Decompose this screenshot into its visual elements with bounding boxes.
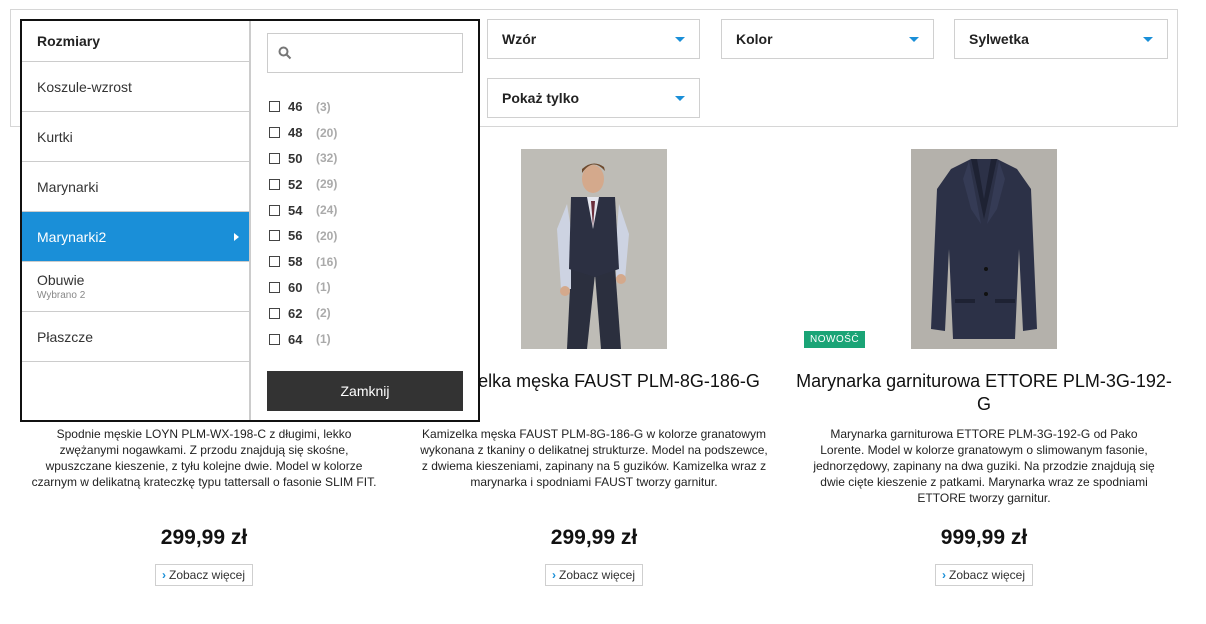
category-item-marynarki2[interactable]: Marynarki2 xyxy=(22,212,249,262)
size-value: 48 xyxy=(288,125,303,141)
category-label: Obuwie xyxy=(37,272,85,288)
category-item-obuwie[interactable]: Obuwie Wybrano 2 xyxy=(22,262,249,312)
size-value: 62 xyxy=(288,305,303,321)
checkbox[interactable] xyxy=(269,152,280,164)
chevron-down-icon xyxy=(1143,36,1153,42)
category-label: Marynarki2 xyxy=(37,228,107,245)
chevron-right-icon: › xyxy=(551,568,556,582)
product-title[interactable]: Marynarka garniturowa ETTORE PLM-3G-192-… xyxy=(794,370,1174,416)
size-option-50[interactable]: 50 (32) xyxy=(269,146,337,172)
new-badge: NOWOŚĆ xyxy=(804,331,866,348)
product-price: 299,99 zł xyxy=(160,526,248,549)
checkbox[interactable] xyxy=(269,178,280,190)
category-list: Rozmiary Koszule-wzrost Kurtki Marynarki… xyxy=(22,21,251,420)
size-count: (20) xyxy=(316,125,338,140)
size-option-56[interactable]: 56 (20) xyxy=(269,223,337,249)
size-value: 46 xyxy=(288,99,303,115)
category-label: Płaszcze xyxy=(37,328,94,345)
size-filter-dropdown: Rozmiary Koszule-wzrost Kurtki Marynarki… xyxy=(20,19,480,422)
category-label: Kurtki xyxy=(37,128,73,145)
category-label: Marynarki xyxy=(37,178,99,195)
size-option-54[interactable]: 54 (24) xyxy=(269,197,337,223)
category-item-plaszcze[interactable]: Płaszcze xyxy=(22,312,249,362)
product-description: Kamizelka męska FAUST PLM-8G-186-G w kol… xyxy=(420,427,768,489)
category-label: Koszule-wzrost xyxy=(37,78,132,95)
product-description: Marynarka garniturowa ETTORE PLM-3G-192-… xyxy=(813,427,1155,505)
size-option-46[interactable]: 46 (3) xyxy=(269,94,337,120)
category-item-kurtki[interactable]: Kurtki xyxy=(22,112,249,162)
checkbox[interactable] xyxy=(269,281,280,293)
size-option-48[interactable]: 48 (20) xyxy=(269,120,337,146)
filter-wzor[interactable]: Wzór xyxy=(487,19,700,59)
search-icon xyxy=(278,46,292,60)
size-count: (32) xyxy=(316,151,338,166)
size-list: 46 (3) 48 (20) 50 (32) 52 (29) 54 (24) 56 (20)… xyxy=(269,94,337,352)
size-option-60[interactable]: 60 (1) xyxy=(269,275,337,301)
product-description: Spodnie męskie LOYN PLM-WX-198-C z długi… xyxy=(31,427,377,489)
see-more-button[interactable]: › Zobacz więcej xyxy=(544,564,644,586)
size-option-62[interactable]: 62 (2) xyxy=(269,300,337,326)
filter-kolor-label: Kolor xyxy=(736,31,773,47)
size-value: 54 xyxy=(288,202,303,218)
product-image-area: NOWOŚĆ xyxy=(794,140,1174,350)
see-more-button[interactable]: › Zobacz więcej xyxy=(154,564,254,586)
chevron-right-icon: › xyxy=(941,568,946,582)
size-count: (3) xyxy=(316,99,331,114)
size-count: (20) xyxy=(316,228,338,243)
category-item-koszule-wzrost[interactable]: Koszule-wzrost xyxy=(22,62,249,112)
size-count: (16) xyxy=(316,254,338,269)
checkbox[interactable] xyxy=(269,101,280,113)
see-more-label: Zobacz więcej xyxy=(948,568,1026,582)
checkbox[interactable] xyxy=(269,127,280,139)
size-count: (1) xyxy=(316,332,331,347)
size-value: 50 xyxy=(288,150,303,166)
product-image[interactable] xyxy=(911,149,1057,349)
category-selected-count: Wybrano 2 xyxy=(37,290,86,301)
size-value: 64 xyxy=(288,331,303,347)
chevron-right-icon xyxy=(234,232,239,241)
chevron-down-icon xyxy=(675,36,685,42)
size-count: (24) xyxy=(316,203,338,218)
filter-sylwetka-label: Sylwetka xyxy=(969,31,1029,47)
checkbox[interactable] xyxy=(269,204,280,216)
size-options-panel: 46 (3) 48 (20) 50 (32) 52 (29) 54 (24) 56 (20)… xyxy=(251,21,478,420)
checkbox[interactable] xyxy=(269,307,280,319)
category-item-marynarki[interactable]: Marynarki xyxy=(22,162,249,212)
product-price: 299,99 zł xyxy=(550,526,638,549)
size-value: 58 xyxy=(288,254,303,270)
size-value: 52 xyxy=(288,176,303,192)
size-value: 60 xyxy=(288,279,303,295)
see-more-label: Zobacz więcej xyxy=(558,568,636,582)
chevron-down-icon xyxy=(675,95,685,101)
see-more-button[interactable]: › Zobacz więcej xyxy=(934,564,1034,586)
size-search-input[interactable] xyxy=(300,40,454,68)
size-option-64[interactable]: 64 (1) xyxy=(269,326,337,352)
size-search-box[interactable] xyxy=(267,33,463,73)
size-count: (1) xyxy=(316,280,331,295)
filter-wzor-label: Wzór xyxy=(502,31,537,47)
filter-pokaz-tylko-label: Pokaż tylko xyxy=(502,90,580,106)
product-price: 999,99 zł xyxy=(940,526,1028,549)
product-card: NOWOŚĆ Marynarka garniturowa ETTORE PLM-… xyxy=(794,140,1174,586)
filter-kolor[interactable]: Kolor xyxy=(721,19,934,59)
checkbox[interactable] xyxy=(269,333,280,345)
close-button[interactable]: Zamknij xyxy=(267,371,463,411)
dropdown-header: Rozmiary xyxy=(22,21,249,62)
product-image[interactable] xyxy=(521,149,667,349)
see-more-label: Zobacz więcej xyxy=(168,568,246,582)
size-value: 56 xyxy=(288,228,303,244)
checkbox[interactable] xyxy=(269,230,280,242)
filter-pokaz-tylko[interactable]: Pokaż tylko xyxy=(487,78,700,118)
size-option-52[interactable]: 52 (29) xyxy=(269,171,337,197)
chevron-down-icon xyxy=(909,36,919,42)
size-option-58[interactable]: 58 (16) xyxy=(269,249,337,275)
chevron-right-icon: › xyxy=(161,568,166,582)
size-count: (29) xyxy=(316,177,338,192)
checkbox[interactable] xyxy=(269,256,280,268)
size-count: (2) xyxy=(316,306,331,321)
filter-sylwetka[interactable]: Sylwetka xyxy=(954,19,1168,59)
